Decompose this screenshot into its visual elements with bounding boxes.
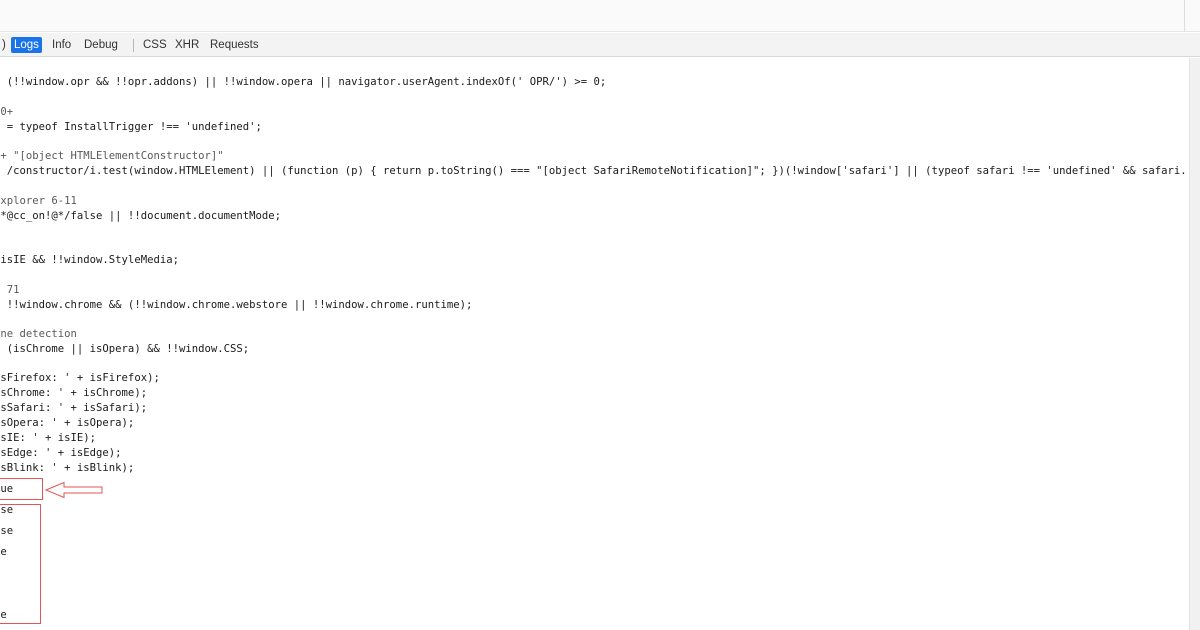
code-line: /*@cc_on!@*/false || !!document.document… xyxy=(0,210,282,222)
filter-requests-button[interactable]: Requests xyxy=(207,37,262,53)
code-line: 10+ xyxy=(0,106,14,118)
output-row: lse xyxy=(0,504,14,516)
code-line: = (isChrome || isOpera) && !!window.CSS; xyxy=(0,343,250,355)
browser-top-bar xyxy=(0,0,1200,32)
output-row: lse xyxy=(0,525,14,537)
filter-css-button[interactable]: CSS xyxy=(140,37,170,53)
arrow-left-icon xyxy=(44,481,103,499)
code-line: isChrome: ' + isChrome); xyxy=(0,387,148,399)
output-row-first: rue xyxy=(0,483,14,495)
top-bar-divider xyxy=(1184,0,1185,32)
code-line: = /constructor/i.test(window.HTMLElement… xyxy=(0,165,1187,177)
filter-logs-button[interactable]: Logs xyxy=(11,37,42,53)
code-line: Explorer 6-11 xyxy=(0,195,77,207)
console-filter-toolbar: ) Logs Info Debug CSS XHR Requests xyxy=(0,33,1200,57)
filter-info-button[interactable]: Info xyxy=(49,37,74,53)
code-line: isEdge: ' + isEdge); xyxy=(0,447,122,459)
output-row: se xyxy=(0,609,7,621)
code-line: = !!window.chrome && (!!window.chrome.we… xyxy=(0,299,473,311)
code-line: ine detection xyxy=(0,328,77,340)
code-line: isBlink: ' + isBlink); xyxy=(0,462,135,474)
code-line: 0+ "[object HTMLElementConstructor]" xyxy=(0,150,224,162)
code-line: isFirefox: ' + isFirefox); xyxy=(0,372,160,384)
filter-errors-button[interactable]: ) xyxy=(0,37,9,53)
results-highlight-box xyxy=(0,504,41,624)
code-line: = (!!window.opr && !!opr.addons) || !!wi… xyxy=(0,76,607,88)
filter-xhr-button[interactable]: XHR xyxy=(172,37,202,53)
vertical-scrollbar[interactable] xyxy=(1189,58,1200,630)
code-line: isSafari: ' + isSafari); xyxy=(0,402,148,414)
code-line: isOpera: ' + isOpera); xyxy=(0,417,135,429)
code-line: - 71 xyxy=(0,284,20,296)
code-line: x = typeof InstallTrigger !== 'undefined… xyxy=(0,121,262,133)
code-line: isIE: ' + isIE); xyxy=(0,432,97,444)
code-line: !isIE && !!window.StyleMedia; xyxy=(0,254,179,266)
toolbar-separator xyxy=(133,39,134,52)
filter-debug-button[interactable]: Debug xyxy=(81,37,121,53)
output-row: se xyxy=(0,546,7,558)
